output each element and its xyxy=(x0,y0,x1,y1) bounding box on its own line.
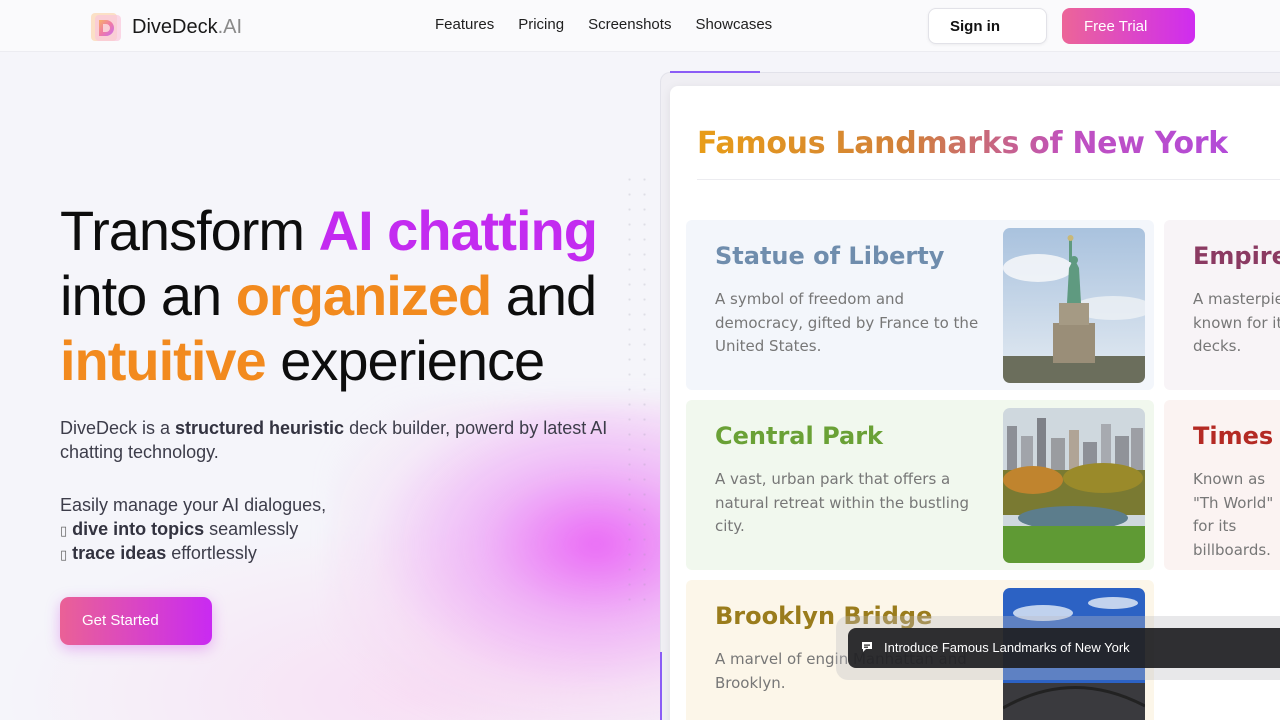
top-navbar: DiveDeck.AI Features Pricing Screenshots… xyxy=(0,0,1280,52)
slide-title: Famous Landmarks of New York xyxy=(697,126,1228,161)
card-description: A vast, urban park that offers a natural… xyxy=(715,470,969,535)
landmark-card[interactable]: Times S Known as "Th World" for its bill… xyxy=(1164,400,1280,570)
dot-pattern xyxy=(622,172,652,612)
hero-description: DiveDeck is a structured heuristic deck … xyxy=(60,418,608,462)
hero-title-text: and xyxy=(491,264,597,327)
nav-showcases[interactable]: Showcases xyxy=(695,16,772,33)
manage-line: Easily manage your AI dialogues, xyxy=(60,495,327,515)
card-title: Empire S xyxy=(1193,242,1280,270)
bullet-icon: ▯ xyxy=(60,522,68,538)
card-description: A symbol of freedom and democracy, gifte… xyxy=(715,290,979,355)
landmark-card[interactable]: Empire S A masterpiec known for its deck… xyxy=(1164,220,1280,390)
hero-title-highlight: intuitive xyxy=(60,329,267,392)
hero-title-highlight: organized xyxy=(235,264,492,327)
slide-divider xyxy=(697,179,1280,180)
card-title: Central Park xyxy=(715,422,883,450)
prompt-input[interactable]: Introduce Famous Landmarks of New York xyxy=(848,628,1280,668)
feature-item: ▯ dive into topics seamlessly xyxy=(60,518,299,539)
prompt-text: Introduce Famous Landmarks of New York xyxy=(884,640,1130,655)
hero-title-text: Transform xyxy=(60,199,319,262)
chat-icon xyxy=(860,640,874,654)
nav-features[interactable]: Features xyxy=(435,16,494,33)
brand-name: DiveDeck.AI xyxy=(132,15,243,38)
get-started-button[interactable]: Get Started xyxy=(60,597,212,645)
main-nav: Features Pricing Screenshots Showcases xyxy=(435,16,772,33)
hero-title: Transform AI chatting into an organized … xyxy=(60,198,598,393)
hero-title-text: into an xyxy=(60,264,236,327)
card-title: Times S xyxy=(1193,422,1280,450)
brand-logo[interactable]: DiveDeck.AI xyxy=(90,11,242,43)
landmark-card[interactable]: Central Park A vast, urban park that off… xyxy=(686,400,1154,570)
panel-side-line xyxy=(660,652,662,720)
hero-title-text: experience xyxy=(265,329,545,392)
sign-in-button[interactable]: Sign in xyxy=(928,8,1047,44)
divedeck-logo-icon xyxy=(90,11,122,43)
nav-pricing[interactable]: Pricing xyxy=(518,16,564,33)
feature-list: Easily manage your AI dialogues, ▯ dive i… xyxy=(60,494,326,567)
statue-of-liberty-image xyxy=(1003,228,1145,383)
panel-accent-line xyxy=(670,71,760,73)
landmark-card[interactable]: Statue of Liberty A symbol of freedom an… xyxy=(686,220,1154,390)
free-trial-button[interactable]: Free Trial xyxy=(1062,8,1195,44)
bullet-icon: ▯ xyxy=(60,547,68,562)
nav-screenshots[interactable]: Screenshots xyxy=(588,16,671,33)
card-description: A masterpiec known for its decks. xyxy=(1193,290,1280,355)
feature-item: ▯ trace ideas effortlessly xyxy=(60,543,257,563)
card-description: Known as "Th World" for its billboards. xyxy=(1193,470,1274,559)
card-title: Statue of Liberty xyxy=(715,242,945,270)
central-park-image xyxy=(1003,408,1145,563)
hero-title-highlight: AI chatting xyxy=(318,199,598,262)
